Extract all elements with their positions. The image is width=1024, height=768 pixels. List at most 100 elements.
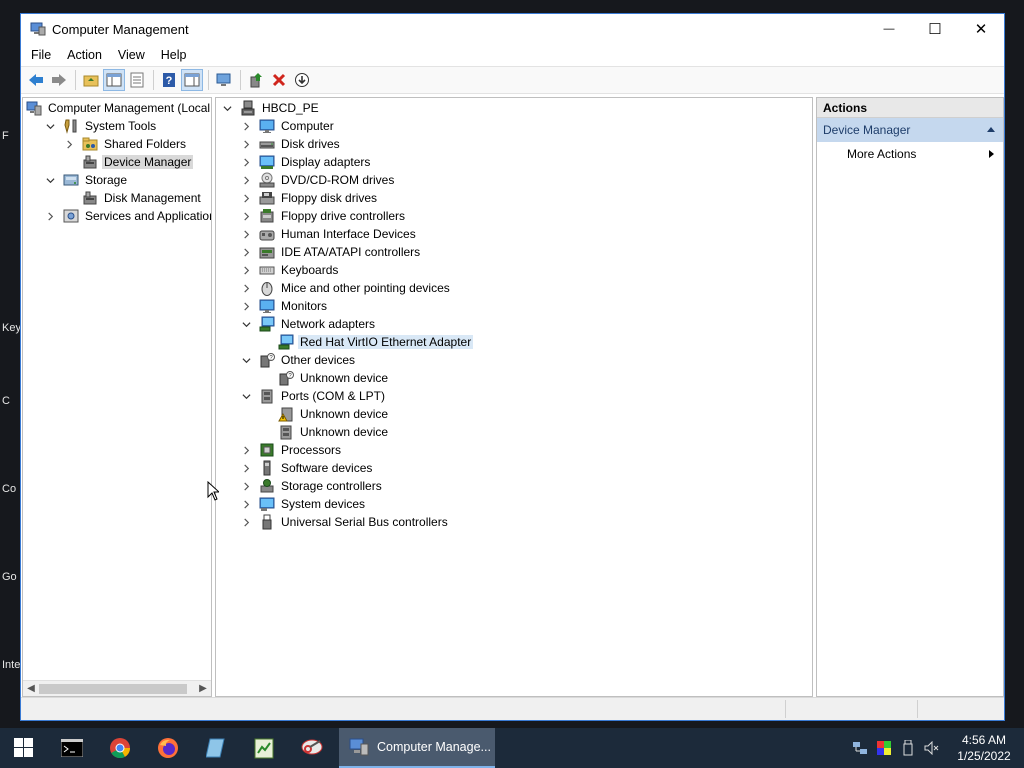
tree-item-network-adapters[interactable]: Network adapters bbox=[241, 315, 377, 333]
taskbar-task-computer-management[interactable]: Computer Manage... bbox=[339, 728, 495, 768]
start-button[interactable] bbox=[0, 728, 48, 768]
taskbar-chrome[interactable] bbox=[96, 728, 144, 768]
taskbar-app-6[interactable] bbox=[288, 728, 336, 768]
expand-chevron-down-icon[interactable] bbox=[45, 121, 55, 131]
tree-item-computer[interactable]: Computer bbox=[241, 117, 336, 135]
collapse-chevron-right-icon[interactable] bbox=[241, 517, 251, 527]
tree-item-system-devices[interactable]: System devices bbox=[241, 495, 367, 513]
close-button[interactable]: ✕ bbox=[958, 14, 1004, 44]
help-button[interactable]: ? bbox=[158, 69, 180, 91]
tree-item-other-devices[interactable]: ? Other devices bbox=[241, 351, 357, 369]
expand-chevron-down-icon[interactable] bbox=[241, 319, 251, 329]
collapse-chevron-right-icon[interactable] bbox=[241, 139, 251, 149]
tree-item-floppy-drive-controllers[interactable]: Floppy drive controllers bbox=[241, 207, 407, 225]
tree-item-disk-management[interactable]: Disk Management bbox=[64, 189, 203, 207]
collapse-chevron-right-icon[interactable] bbox=[45, 211, 55, 221]
menu-action[interactable]: Action bbox=[61, 48, 108, 62]
tree-item-universal-serial-bus-controllers[interactable]: Universal Serial Bus controllers bbox=[241, 513, 450, 531]
collapse-chevron-right-icon[interactable] bbox=[241, 499, 251, 509]
tree-item-software-devices[interactable]: Software devices bbox=[241, 459, 374, 477]
properties-button[interactable] bbox=[126, 69, 148, 91]
horizontal-scrollbar[interactable]: ◀ ▶ bbox=[23, 680, 211, 696]
tree-item-storage-controllers[interactable]: Storage controllers bbox=[241, 477, 384, 495]
title-bar[interactable]: Computer Management — ☐ ✕ bbox=[21, 14, 1004, 44]
tray-display[interactable] bbox=[872, 728, 896, 768]
expand-chevron-down-icon[interactable] bbox=[241, 391, 251, 401]
tray-volume[interactable] bbox=[920, 728, 944, 768]
scroll-left-icon[interactable]: ◀ bbox=[25, 683, 37, 695]
collapse-chevron-right-icon[interactable] bbox=[241, 157, 251, 167]
tree-item-display-adapters[interactable]: Display adapters bbox=[241, 153, 372, 171]
tree-item-monitors[interactable]: Monitors bbox=[241, 297, 329, 315]
update-driver-icon bbox=[250, 73, 262, 88]
tree-item-computer-management-local[interactable]: Computer Management (Local bbox=[26, 99, 211, 117]
tree-item-floppy-disk-drives[interactable]: Floppy disk drives bbox=[241, 189, 379, 207]
taskbar-firefox[interactable] bbox=[144, 728, 192, 768]
uninstall-device-button[interactable] bbox=[268, 69, 290, 91]
scrollbar-thumb[interactable] bbox=[39, 684, 187, 694]
tree-item-hbcd-pe[interactable]: HBCD_PE bbox=[222, 99, 321, 117]
taskbar-command-prompt[interactable] bbox=[48, 728, 96, 768]
collapse-chevron-right-icon[interactable] bbox=[64, 139, 74, 149]
expand-chevron-down-icon[interactable] bbox=[241, 355, 251, 365]
tree-item-mice-and-other-pointing-devices[interactable]: Mice and other pointing devices bbox=[241, 279, 452, 297]
menu-help[interactable]: Help bbox=[155, 48, 193, 62]
tree-item-dvd-cd-rom-drives[interactable]: DVD/CD-ROM drives bbox=[241, 171, 396, 189]
collapse-chevron-right-icon[interactable] bbox=[241, 247, 251, 257]
tree-item-human-interface-devices[interactable]: Human Interface Devices bbox=[241, 225, 418, 243]
collapse-chevron-right-icon[interactable] bbox=[241, 301, 251, 311]
expand-chevron-down-icon[interactable] bbox=[222, 103, 232, 113]
tree-item-device-manager[interactable]: Device Manager bbox=[64, 153, 194, 171]
show-action-pane-button[interactable] bbox=[181, 69, 203, 91]
taskbar-clock[interactable]: 4:56 AM 1/25/2022 bbox=[948, 732, 1020, 764]
tree-item-shared-folders[interactable]: Shared Folders bbox=[64, 135, 188, 153]
collapse-chevron-right-icon[interactable] bbox=[241, 175, 251, 185]
tree-item-unknown-device[interactable]: Unknown device bbox=[260, 423, 390, 441]
collapse-chevron-right-icon[interactable] bbox=[241, 229, 251, 239]
dvd-drive-icon bbox=[259, 172, 275, 188]
collapse-chevron-right-icon[interactable] bbox=[241, 211, 251, 221]
menu-file[interactable]: File bbox=[25, 48, 57, 62]
tree-item-red-hat-virtio-ethernet-adapter[interactable]: Red Hat VirtIO Ethernet Adapter bbox=[260, 333, 474, 351]
actions-section-device-manager[interactable]: Device Manager bbox=[817, 118, 1003, 142]
tray-network[interactable] bbox=[848, 728, 872, 768]
tree-item-storage[interactable]: Storage bbox=[45, 171, 129, 189]
tree-item-unknown-device[interactable]: Unknown device bbox=[260, 405, 390, 423]
collapse-chevron-right-icon[interactable] bbox=[241, 481, 251, 491]
tree-item-unknown-device[interactable]: ? Unknown device bbox=[260, 369, 390, 387]
show-hide-console-tree-button[interactable] bbox=[103, 69, 125, 91]
tree-item-keyboards[interactable]: Keyboards bbox=[241, 261, 340, 279]
back-button[interactable] bbox=[25, 69, 47, 91]
tree-item-label: Ports (COM & LPT) bbox=[281, 389, 386, 403]
disable-device-button[interactable] bbox=[291, 69, 313, 91]
collapse-chevron-right-icon[interactable] bbox=[241, 265, 251, 275]
scroll-right-icon[interactable]: ▶ bbox=[197, 683, 209, 695]
tray-usb[interactable] bbox=[896, 728, 920, 768]
tree-item-ports-com-lpt[interactable]: Ports (COM & LPT) bbox=[241, 387, 387, 405]
taskbar-app-5[interactable] bbox=[240, 728, 288, 768]
collapse-chevron-right-icon[interactable] bbox=[241, 193, 251, 203]
tree-item-system-tools[interactable]: System Tools bbox=[45, 117, 158, 135]
collapse-chevron-right-icon[interactable] bbox=[241, 283, 251, 293]
up-level-button[interactable] bbox=[80, 69, 102, 91]
collapse-chevron-right-icon[interactable] bbox=[241, 445, 251, 455]
warning-device-icon bbox=[278, 406, 294, 422]
collapse-chevron-right-icon[interactable] bbox=[241, 121, 251, 131]
update-driver-button[interactable] bbox=[245, 69, 267, 91]
more-actions-item[interactable]: More Actions bbox=[817, 142, 1003, 166]
scan-hardware-button[interactable] bbox=[213, 69, 235, 91]
tree-item-services-and-applications[interactable]: Services and Applications bbox=[45, 207, 211, 225]
maximize-button[interactable]: ☐ bbox=[912, 14, 958, 44]
expand-chevron-down-icon[interactable] bbox=[45, 175, 55, 185]
minimize-button[interactable]: — bbox=[866, 14, 912, 44]
tree-item-ide-ata-atapi-controllers[interactable]: IDE ATA/ATAPI controllers bbox=[241, 243, 422, 261]
storage-icon bbox=[63, 172, 79, 188]
collapse-chevron-right-icon[interactable] bbox=[241, 463, 251, 473]
tree-item-processors[interactable]: Processors bbox=[241, 441, 343, 459]
desktop-icon-label: F bbox=[2, 130, 9, 142]
taskbar-app-4[interactable] bbox=[192, 728, 240, 768]
tree-item-disk-drives[interactable]: Disk drives bbox=[241, 135, 342, 153]
forward-button[interactable] bbox=[48, 69, 70, 91]
menu-view[interactable]: View bbox=[112, 48, 151, 62]
network-adapter-icon bbox=[259, 316, 275, 332]
